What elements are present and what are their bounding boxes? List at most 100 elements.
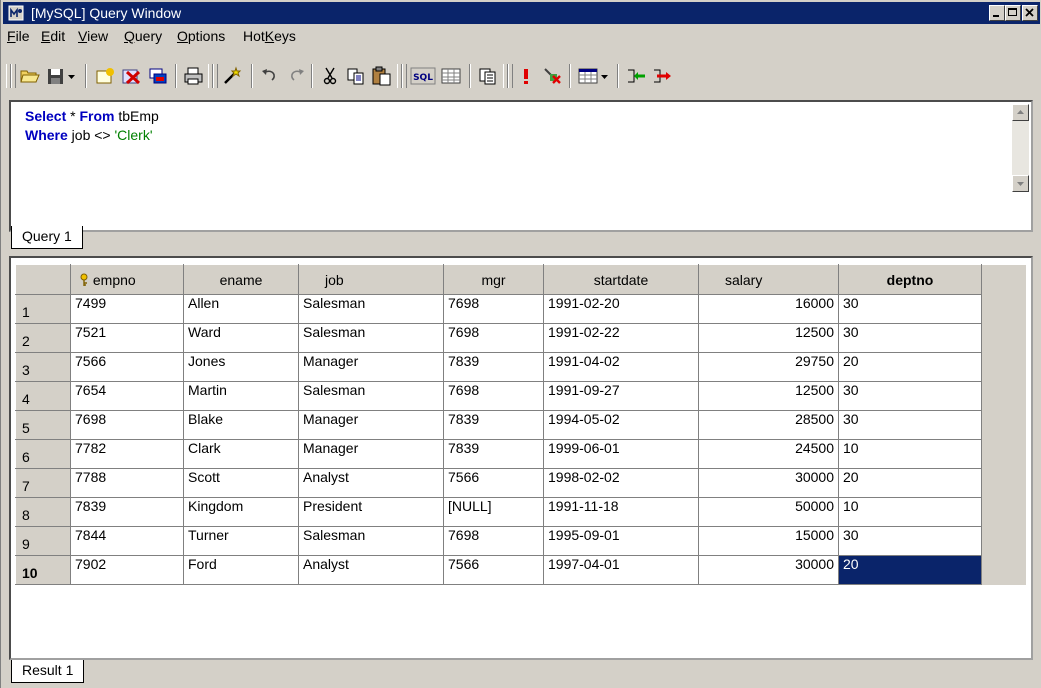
column-header-ename[interactable]: ename [183, 264, 299, 295]
row-header[interactable]: 6 [15, 439, 71, 469]
tab-query-1[interactable]: Query 1 [11, 226, 83, 249]
cell-job[interactable]: Manager [298, 439, 444, 469]
cell-ename[interactable]: Clark [183, 439, 299, 469]
column-header-job[interactable]: job [298, 264, 444, 295]
column-header-mgr[interactable]: mgr [443, 264, 544, 295]
toolbar-grip[interactable] [11, 64, 16, 88]
cell-job[interactable]: Salesman [298, 294, 444, 324]
cell-empno[interactable]: 7839 [70, 497, 184, 527]
cell-mgr[interactable]: 7698 [443, 323, 544, 353]
menu-file[interactable]: File [7, 28, 30, 44]
maximize-button[interactable] [1005, 5, 1021, 21]
cell-salary[interactable]: 15000 [698, 526, 839, 556]
wizard-button[interactable] [221, 66, 243, 86]
cell-startdate[interactable]: 1991-11-18 [543, 497, 699, 527]
row-header[interactable]: 9 [15, 526, 71, 556]
cell-empno[interactable]: 7566 [70, 352, 184, 382]
cell-startdate[interactable]: 1998-02-02 [543, 468, 699, 498]
save-button[interactable] [45, 66, 67, 86]
cell-job[interactable]: Analyst [298, 555, 444, 585]
cell-startdate[interactable]: 1999-06-01 [543, 439, 699, 469]
cell-ename[interactable]: Jones [183, 352, 299, 382]
table-row[interactable]: 10 7902 Ford Analyst 7566 1997-04-01 30000 20 [15, 555, 1026, 585]
cell-startdate[interactable]: 1991-02-20 [543, 294, 699, 324]
minimize-button[interactable] [989, 5, 1005, 21]
menu-view[interactable]: View [78, 28, 108, 44]
cell-salary[interactable]: 16000 [698, 294, 839, 324]
execute-button[interactable] [515, 66, 537, 86]
toolbar-grip[interactable] [213, 64, 218, 88]
redo-button[interactable] [285, 66, 307, 86]
cell-mgr[interactable]: [NULL] [443, 497, 544, 527]
cell-ename[interactable]: Scott [183, 468, 299, 498]
cell-empno[interactable]: 7654 [70, 381, 184, 411]
cell-job[interactable]: Salesman [298, 526, 444, 556]
menu-query[interactable]: Query [124, 28, 162, 44]
toolbar-grip[interactable] [508, 64, 513, 88]
cell-mgr[interactable]: 7698 [443, 294, 544, 324]
cell-deptno[interactable]: 30 [838, 526, 982, 556]
cell-mgr[interactable]: 7698 [443, 526, 544, 556]
cell-job[interactable]: Manager [298, 352, 444, 382]
column-header-empno[interactable]: empno [70, 264, 184, 295]
table-row[interactable]: 8 7839 Kingdom President [NULL] 1991-11-18 500… [15, 497, 1026, 527]
menu-edit[interactable]: Edit [41, 28, 65, 44]
cell-salary[interactable]: 12500 [698, 323, 839, 353]
row-header[interactable]: 7 [15, 468, 71, 498]
cell-mgr[interactable]: 7839 [443, 410, 544, 440]
table-row[interactable]: 4 7654 Martin Salesman 7698 1991-09-27 12500 30 [15, 381, 1026, 411]
print-button[interactable] [183, 66, 205, 86]
sql-mode-button[interactable]: SQL [410, 66, 436, 86]
cell-salary[interactable]: 30000 [698, 555, 839, 585]
cell-deptno[interactable]: 20 [838, 352, 982, 382]
save-dropdown-button[interactable] [66, 66, 78, 86]
table-row[interactable]: 7 7788 Scott Analyst 7566 1998-02-02 30000 20 [15, 468, 1026, 498]
title-bar[interactable]: [MySQL] Query Window [3, 2, 1040, 24]
cell-startdate[interactable]: 1991-09-27 [543, 381, 699, 411]
open-button[interactable] [19, 66, 41, 86]
table-row[interactable]: 9 7844 Turner Salesman 7698 1995-09-01 15000 30 [15, 526, 1026, 556]
move-left-button[interactable] [625, 66, 647, 86]
table-row[interactable]: 1 7499 Allen Salesman 7698 1991-02-20 16000 30 [15, 294, 1026, 324]
cell-ename[interactable]: Turner [183, 526, 299, 556]
undo-button[interactable] [259, 66, 281, 86]
scroll-up-button[interactable] [1012, 104, 1029, 121]
cell-mgr[interactable]: 7566 [443, 555, 544, 585]
row-header[interactable]: 10 [15, 555, 71, 585]
cell-empno[interactable]: 7698 [70, 410, 184, 440]
query-scrollbar[interactable] [1012, 104, 1029, 192]
cell-empno[interactable]: 7521 [70, 323, 184, 353]
cell-ename[interactable]: Allen [183, 294, 299, 324]
cell-empno[interactable]: 7788 [70, 468, 184, 498]
move-right-button[interactable] [651, 66, 673, 86]
cell-empno[interactable]: 7902 [70, 555, 184, 585]
cell-ename[interactable]: Ward [183, 323, 299, 353]
scroll-down-button[interactable] [1012, 175, 1029, 192]
cell-salary[interactable]: 29750 [698, 352, 839, 382]
new-query-button[interactable] [95, 66, 117, 86]
cell-deptno[interactable]: 20 [838, 468, 982, 498]
cell-empno[interactable]: 7844 [70, 526, 184, 556]
cell-ename[interactable]: Kingdom [183, 497, 299, 527]
cell-deptno[interactable]: 30 [838, 323, 982, 353]
cell-empno[interactable]: 7499 [70, 294, 184, 324]
cell-startdate[interactable]: 1991-02-22 [543, 323, 699, 353]
stop-button[interactable] [541, 66, 563, 86]
delete-button[interactable] [121, 66, 143, 86]
cell-mgr[interactable]: 7566 [443, 468, 544, 498]
tab-result-1[interactable]: Result 1 [11, 660, 85, 683]
menu-hotkeys[interactable]: HotKeys [243, 28, 296, 44]
column-header-startdate[interactable]: startdate [543, 264, 699, 295]
paste-button[interactable] [371, 66, 393, 86]
cell-ename[interactable]: Ford [183, 555, 299, 585]
cell-deptno[interactable]: 30 [838, 410, 982, 440]
cell-job[interactable]: Salesman [298, 323, 444, 353]
cell-deptno[interactable]: 10 [838, 497, 982, 527]
cell-mgr[interactable]: 7698 [443, 381, 544, 411]
cell-salary[interactable]: 24500 [698, 439, 839, 469]
cell-job[interactable]: President [298, 497, 444, 527]
cell-salary[interactable]: 50000 [698, 497, 839, 527]
cell-mgr[interactable]: 7839 [443, 352, 544, 382]
cut-button[interactable] [319, 66, 341, 86]
close-button[interactable] [1022, 5, 1038, 21]
